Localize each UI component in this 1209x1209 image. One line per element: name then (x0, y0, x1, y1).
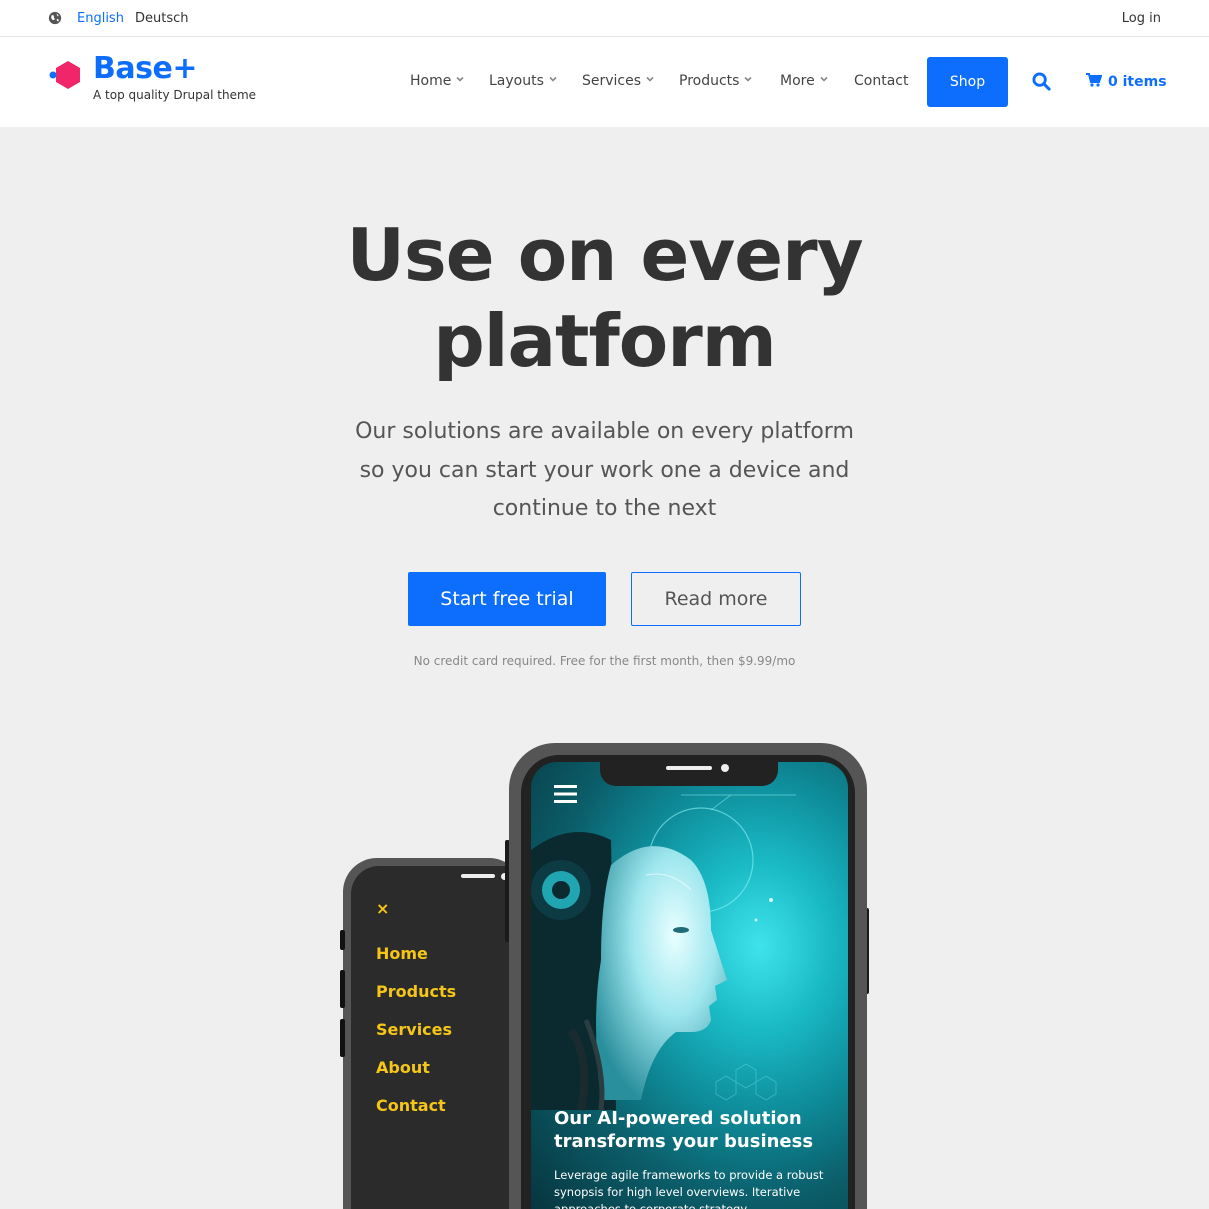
cart-count: 0 items (1108, 74, 1167, 90)
hamburger-menu-icon (554, 785, 577, 803)
shop-button[interactable]: Shop (927, 57, 1008, 107)
nav-item-contact[interactable]: Contact (854, 73, 908, 89)
nav-item-services[interactable]: Services (582, 73, 654, 89)
phone-side-button (340, 970, 345, 1008)
site-name[interactable]: Base+ (93, 51, 197, 86)
mockup-menu-item: Products (376, 982, 457, 1001)
cart-link[interactable]: 0 items (1086, 73, 1167, 90)
search-icon[interactable] (1032, 72, 1051, 91)
nav-item-layouts[interactable]: Layouts (489, 73, 557, 89)
nav-item-products[interactable]: Products (679, 73, 753, 89)
nav-item-home[interactable]: Home (410, 73, 464, 89)
mockup-promo-title: Our AI-powered solution transforms your … (554, 1108, 814, 1152)
chevron-down-icon (646, 76, 654, 82)
language-deutsch-link[interactable]: Deutsch (135, 11, 189, 26)
mockup-menu-item: Contact (376, 1096, 446, 1115)
nav-item-more[interactable]: More (780, 73, 828, 89)
hero-subtitle: Our solutions are available on every pla… (355, 419, 854, 521)
top-bar: English Deutsch Log in (0, 0, 1209, 37)
login-link[interactable]: Log in (1122, 11, 1161, 26)
phone-speaker (666, 766, 712, 770)
phone-side-button (340, 1019, 345, 1057)
globe-icon (48, 11, 62, 25)
phone-speaker (461, 874, 495, 878)
hero-title: Use on every platform (346, 213, 863, 383)
language-english-link[interactable]: English (77, 11, 124, 26)
phone-side-button (340, 930, 345, 950)
start-free-trial-button[interactable]: Start free trial (408, 572, 606, 626)
site-header: Base+ A top quality Drupal theme Home La… (0, 37, 1209, 127)
site-slogan: A top quality Drupal theme (93, 88, 257, 102)
mockup-promo-body: Leverage agile frameworks to provide a r… (554, 1168, 824, 1209)
logo-icon[interactable] (48, 58, 84, 94)
mockup-menu-item: Home (376, 944, 428, 963)
pricing-note: No credit card required. Free for the fi… (413, 654, 796, 668)
ai-robot-image (531, 794, 796, 1111)
mockup-menu-item: About (376, 1058, 430, 1077)
chevron-down-icon (820, 76, 828, 82)
cart-icon (1086, 73, 1103, 87)
chevron-down-icon (744, 76, 753, 82)
read-more-button[interactable]: Read more (631, 572, 801, 626)
phone-camera (721, 764, 729, 772)
menu-close-icon: × (376, 899, 390, 918)
chevron-down-icon (549, 76, 557, 82)
mockup-menu-item: Services (376, 1020, 453, 1039)
chevron-down-icon (456, 76, 464, 82)
